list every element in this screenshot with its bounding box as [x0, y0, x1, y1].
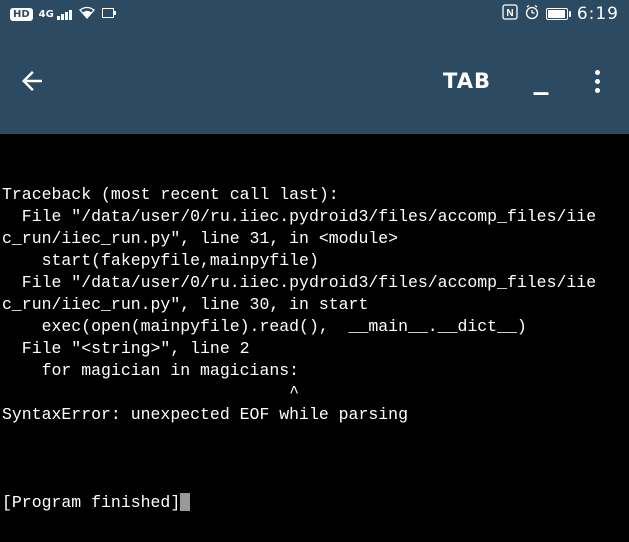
clock-text: 6:19 [577, 4, 619, 24]
back-button[interactable] [8, 57, 56, 105]
terminal-line: c_run/iiec_run.py", line 31, in <module> [2, 228, 627, 250]
nfc-icon: N [502, 4, 518, 24]
app-bar: TAB _ [0, 28, 629, 134]
terminal-line: c_run/iiec_run.py", line 30, in start [2, 294, 627, 316]
terminal-line: start(fakepyfile,mainpyfile) [2, 250, 627, 272]
terminal-line [2, 426, 627, 448]
alarm-icon [524, 4, 540, 24]
terminal-line: ^ [2, 382, 627, 404]
hd-badge-icon: HD [10, 8, 33, 21]
battery-empty-icon [102, 7, 116, 22]
svg-text:N: N [506, 8, 513, 19]
terminal-line: for magician in magicians: [2, 360, 627, 382]
minimize-button[interactable]: _ [517, 71, 565, 91]
terminal-line: File "/data/user/0/ru.iiec.pydroid3/file… [2, 206, 627, 228]
terminal-cursor [180, 493, 190, 511]
wifi-icon [78, 6, 96, 23]
terminal-line: SyntaxError: unexpected EOF while parsin… [2, 404, 627, 426]
status-right: N 6:19 [502, 4, 619, 24]
more-vert-icon [595, 70, 600, 93]
terminal-line: Traceback (most recent call last): [2, 184, 627, 206]
status-left: HD 4G [10, 6, 116, 23]
tab-button[interactable]: TAB [425, 61, 509, 101]
battery-icon [546, 8, 571, 20]
status-bar: HD 4G N 6:19 [0, 0, 629, 28]
terminal-line: exec(open(mainpyfile).read(), __main__._… [2, 316, 627, 338]
more-options-button[interactable] [573, 57, 621, 105]
cellular-signal-icon: 4G [39, 9, 72, 20]
terminal-line: File "/data/user/0/ru.iiec.pydroid3/file… [2, 272, 627, 294]
terminal-line: File "<string>", line 2 [2, 338, 627, 360]
arrow-back-icon [17, 66, 47, 96]
terminal-output[interactable]: Traceback (most recent call last): File … [0, 134, 629, 542]
program-finished-text: [Program finished] [2, 493, 180, 512]
